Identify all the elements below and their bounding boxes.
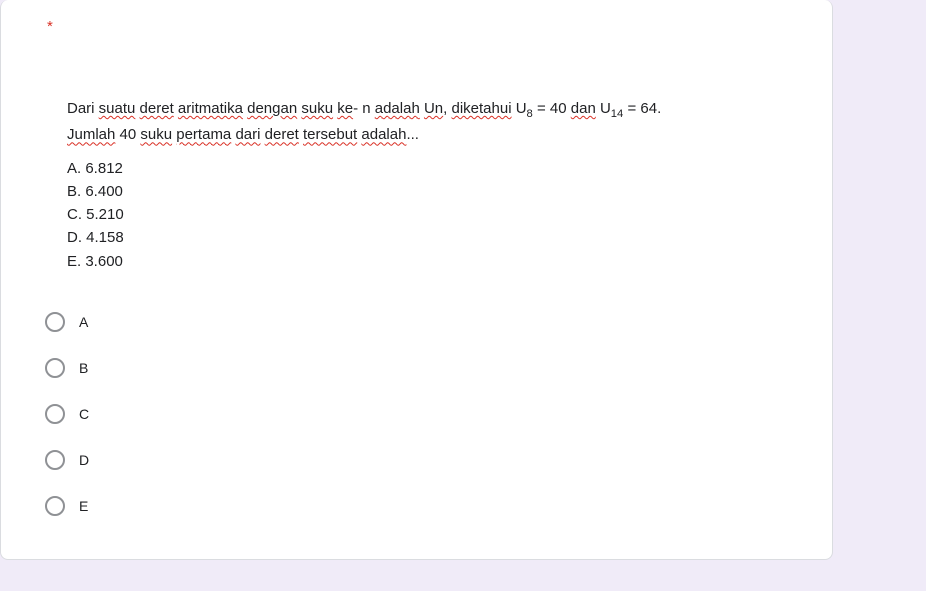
radio-icon[interactable] <box>45 496 65 516</box>
answer-line: C. 5.210 <box>67 203 788 226</box>
answer-line: E. 3.600 <box>67 250 788 273</box>
radio-icon[interactable] <box>45 404 65 424</box>
option-label: D <box>79 452 89 468</box>
answer-line: A. 6.812 <box>67 157 788 180</box>
option-label: B <box>79 360 88 376</box>
option-d[interactable]: D <box>45 437 808 483</box>
answer-line: D. 4.158 <box>67 226 788 249</box>
radio-options: A B C D E <box>45 299 808 529</box>
question-line-1: Dari suatu deret aritmatika dengan suku … <box>67 97 788 123</box>
question-text: Dari suatu deret aritmatika dengan suku … <box>67 97 788 273</box>
question-line-2: Jumlah 40 suku pertama dari deret terseb… <box>67 123 788 146</box>
option-a[interactable]: A <box>45 299 808 345</box>
option-e[interactable]: E <box>45 483 808 529</box>
option-b[interactable]: B <box>45 345 808 391</box>
required-asterisk: * <box>47 18 808 35</box>
radio-icon[interactable] <box>45 358 65 378</box>
radio-icon[interactable] <box>45 450 65 470</box>
option-label: A <box>79 314 88 330</box>
radio-icon[interactable] <box>45 312 65 332</box>
option-c[interactable]: C <box>45 391 808 437</box>
answer-choices-text: A. 6.812B. 6.400C. 5.210D. 4.158E. 3.600 <box>67 157 788 273</box>
option-label: E <box>79 498 88 514</box>
answer-line: B. 6.400 <box>67 180 788 203</box>
question-card: * Dari suatu deret aritmatika dengan suk… <box>0 0 833 560</box>
option-label: C <box>79 406 89 422</box>
